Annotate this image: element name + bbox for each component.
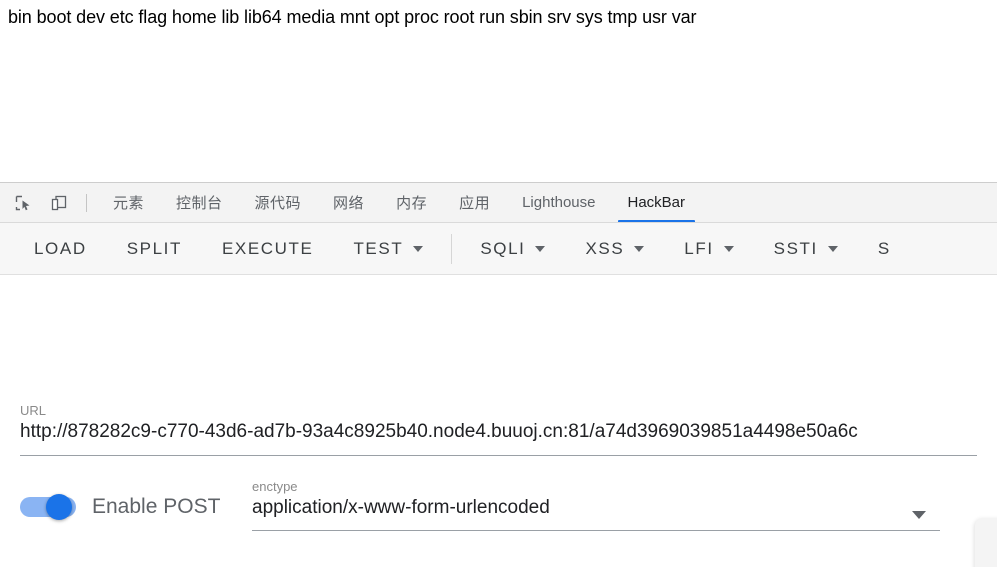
tab-memory-label: 内存 xyxy=(396,195,428,212)
toggle-thumb xyxy=(46,494,72,520)
load-button-label: LOAD xyxy=(34,238,87,258)
browser-window: bin boot dev etc flag home lib lib64 med… xyxy=(0,0,997,567)
execute-button-label: EXECUTE xyxy=(221,238,314,258)
enctype-field-underline xyxy=(252,530,940,531)
enctype-field-label: enctype xyxy=(252,479,298,494)
tab-console-label: 控制台 xyxy=(176,195,223,212)
tab-memory[interactable]: 内存 xyxy=(380,183,443,222)
url-field-group: URL http://878282c9-c770-43d6-ad7b-93a4c… xyxy=(20,403,997,456)
execute-button[interactable]: EXECUTE xyxy=(202,223,334,274)
tab-hackbar[interactable]: HackBar xyxy=(612,183,702,222)
url-field-label: URL xyxy=(20,403,47,418)
tab-application-label: 应用 xyxy=(459,195,491,212)
tab-application[interactable]: 应用 xyxy=(443,183,506,222)
tab-network-label: 网络 xyxy=(333,195,365,212)
ssti-menu-button[interactable]: SSTI xyxy=(754,223,858,274)
sqli-menu-label: SQLI xyxy=(480,238,526,258)
lfi-menu-label: LFI xyxy=(684,238,714,258)
split-button-label: SPLIT xyxy=(126,238,182,258)
tab-elements-label: 元素 xyxy=(113,195,145,212)
toolbar-divider xyxy=(86,193,87,212)
split-button[interactable]: SPLIT xyxy=(107,223,202,274)
tab-lighthouse[interactable]: Lighthouse xyxy=(506,183,611,222)
xss-menu-label: XSS xyxy=(585,238,625,258)
url-field-underline xyxy=(20,455,977,456)
chevron-down-icon xyxy=(413,245,424,252)
chevron-down-icon[interactable] xyxy=(912,511,926,519)
ssrf-menu-button-truncated[interactable]: S xyxy=(858,223,911,274)
post-toggle-switch[interactable] xyxy=(20,494,76,520)
xss-menu-button[interactable]: XSS xyxy=(565,223,664,274)
tab-lighthouse-label: Lighthouse xyxy=(522,194,596,211)
tab-sources[interactable]: 源代码 xyxy=(239,183,318,222)
side-panel-partial[interactable] xyxy=(975,518,997,567)
test-menu-label: TEST xyxy=(353,238,404,258)
page-content-area: bin boot dev etc flag home lib lib64 med… xyxy=(0,0,997,182)
enctype-field-group: enctype application/x-www-form-urlencode… xyxy=(252,479,942,531)
tab-hackbar-label: HackBar xyxy=(627,194,686,211)
devtools-tab-list: 元素 控制台 源代码 网络 内存 应用 Lighthouse HackBar xyxy=(97,183,702,222)
load-button[interactable]: LOAD xyxy=(0,223,107,274)
command-output-text: bin boot dev etc flag home lib lib64 med… xyxy=(8,7,697,27)
enable-post-toggle[interactable]: Enable POST xyxy=(20,494,220,520)
hackbar-form: URL http://878282c9-c770-43d6-ad7b-93a4c… xyxy=(0,275,997,567)
hackbar-toolbar: LOAD SPLIT EXECUTE TEST SQLI XSS LFI SST… xyxy=(0,223,997,275)
url-input[interactable]: http://878282c9-c770-43d6-ad7b-93a4c8925… xyxy=(20,419,997,445)
sqli-menu-button[interactable]: SQLI xyxy=(460,223,565,274)
inspect-element-icon[interactable] xyxy=(8,188,38,218)
tab-elements[interactable]: 元素 xyxy=(97,183,160,222)
chevron-down-icon xyxy=(827,245,838,252)
enctype-select[interactable]: application/x-www-form-urlencoded xyxy=(252,495,942,521)
chevron-down-icon xyxy=(535,245,546,252)
ssti-menu-label: SSTI xyxy=(773,238,818,258)
toolbar-separator xyxy=(451,233,453,264)
tab-console[interactable]: 控制台 xyxy=(160,183,239,222)
tab-sources-label: 源代码 xyxy=(254,195,302,212)
tab-network[interactable]: 网络 xyxy=(317,183,380,222)
chevron-down-icon xyxy=(723,245,734,252)
enable-post-label: Enable POST xyxy=(92,495,221,518)
lfi-menu-button[interactable]: LFI xyxy=(664,223,753,274)
test-menu-button[interactable]: TEST xyxy=(333,223,443,274)
chevron-down-icon xyxy=(634,245,645,252)
ssrf-menu-label: S xyxy=(877,238,891,258)
device-toolbar-icon[interactable] xyxy=(44,188,74,218)
devtools-tabbar: 元素 控制台 源代码 网络 内存 应用 Lighthouse HackBar xyxy=(0,183,997,223)
devtools-panel: 元素 控制台 源代码 网络 内存 应用 Lighthouse HackBar L… xyxy=(0,182,997,567)
